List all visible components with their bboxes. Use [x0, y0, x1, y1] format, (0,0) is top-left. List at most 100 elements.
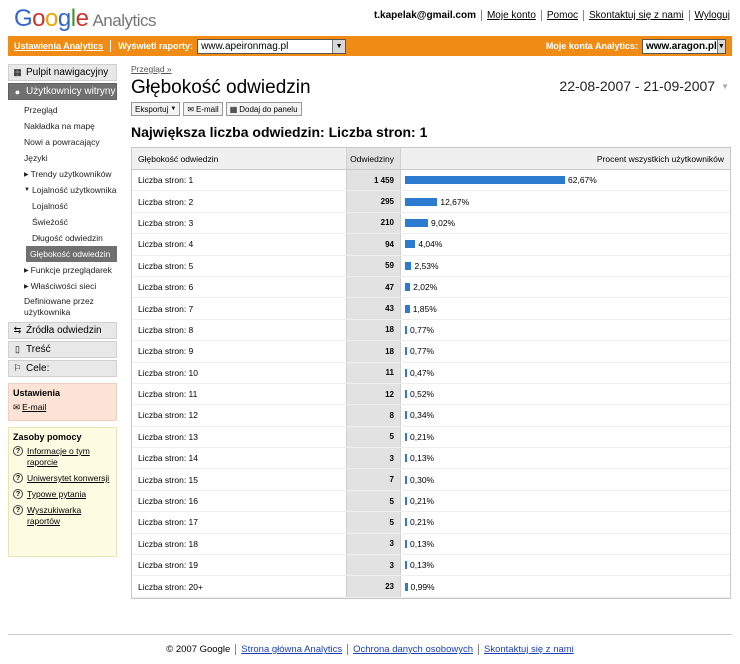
top-links: t.kapelak@gmail.com Moje konto Pomoc Sko…	[374, 10, 730, 21]
nav-traffic-label: Źródła odwiedzin	[26, 325, 102, 336]
help-link[interactable]: Pomoc	[547, 10, 578, 21]
row-visits: 23	[346, 576, 401, 597]
row-visits: 18	[346, 319, 401, 341]
table-row: Liczba stron: 15 7 0,30%	[132, 469, 730, 491]
sidebar-item-2[interactable]: Nowi a powracający	[8, 134, 117, 150]
row-percent-cell: 0,13%	[401, 534, 730, 554]
chevron-down-icon: ▼	[332, 39, 346, 53]
sidebar-item-7[interactable]: Świeżość	[8, 214, 117, 230]
row-percent: 0,13%	[410, 453, 435, 464]
sidebar-item-11[interactable]: ▶ Właściwości sieci	[8, 278, 117, 294]
table-row: Liczba stron: 8 18 0,77%	[132, 319, 730, 342]
date-range-picker[interactable]: 22-08-2007 - 21-09-2007 ▼	[559, 78, 729, 94]
row-percent: 0,52%	[410, 389, 435, 400]
nav-dashboard[interactable]: ▦ Pulpit nawigacyjny	[8, 64, 117, 81]
footer-link-contact[interactable]: Skontaktuj się z nami	[484, 644, 574, 655]
table-row: Liczba stron: 11 12 0,52%	[132, 383, 730, 406]
visitors-submenu: Przegląd Nakładka na mapę Nowi a powracają…	[8, 102, 117, 320]
row-label: Liczba stron: 4	[138, 239, 194, 250]
nav-visitors-label: Użytkownicy witryny	[26, 86, 116, 97]
breadcrumb[interactable]: Przegląd »	[131, 64, 731, 74]
sidebar-item-label: Głębokość odwiedzin	[30, 249, 111, 259]
sidebar-item-4[interactable]: ▶ Trendy użytkowników	[8, 166, 117, 182]
settings-email-link[interactable]: E-mail	[22, 402, 46, 413]
page-icon: ▯	[15, 344, 20, 354]
header-percent[interactable]: Procent wszystkich użytkowników	[401, 148, 730, 169]
logo-product-name: Analytics	[92, 11, 156, 30]
google-analytics-logo[interactable]: Google Analytics	[14, 5, 156, 33]
footer-link-home[interactable]: Strona główna Analytics	[241, 644, 342, 655]
report-subtitle: Największa liczba odwiedzin: Liczba stro…	[131, 124, 428, 140]
accounts-label: Moje konta Analytics:	[545, 41, 638, 51]
nav-goals[interactable]: ⚐ Cele:	[8, 360, 117, 377]
row-label: Liczba stron: 17	[138, 517, 199, 528]
header-visits[interactable]: Odwiedziny	[346, 148, 401, 169]
row-percent-cell: 4,04%	[401, 234, 730, 254]
table-row: Liczba stron: 17 5 0,21%	[132, 512, 730, 534]
triangle-right-icon: ▶	[24, 267, 29, 274]
accounts-select[interactable]: www.aragon.pl ▼	[642, 38, 726, 54]
row-percent: 0,13%	[410, 538, 435, 549]
nav-traffic-sources[interactable]: ⇆ Źródła odwiedzin	[8, 322, 117, 339]
row-visits: 18	[346, 341, 401, 362]
analytics-settings-link[interactable]: Ustawienia Analytics	[14, 41, 103, 51]
sidebar-item-label: Lojalność	[32, 201, 68, 211]
sidebar-item-8[interactable]: Długość odwiedzin	[8, 230, 117, 246]
percent-bar	[405, 539, 407, 548]
row-percent: 0,77%	[410, 346, 435, 357]
help-link-report-finder[interactable]: Wyszukiwarka raportów	[27, 505, 112, 527]
header-depth[interactable]: Głębokość odwiedzin	[132, 148, 346, 169]
triangle-right-icon: ▶	[24, 283, 29, 290]
footer-link-privacy[interactable]: Ochrona danych osobowych	[353, 644, 473, 655]
row-visits: 5	[346, 426, 401, 448]
flag-icon: ⚐	[13, 363, 22, 373]
row-visits: 295	[346, 191, 401, 212]
export-button[interactable]: Eksportuj ▼	[131, 102, 181, 116]
nav-visitors[interactable]: ● Użytkownicy witryny	[8, 83, 117, 100]
help-link-about-report[interactable]: Informacje o tym raporcie	[27, 446, 112, 468]
add-to-dashboard-button[interactable]: ▦ Dodaj do panelu	[225, 102, 302, 116]
row-percent-cell: 0,21%	[401, 427, 730, 447]
view-reports-select[interactable]: www.apeironmag.pl ▼	[197, 38, 347, 54]
row-percent: 0,13%	[410, 560, 435, 571]
row-percent-cell: 0,21%	[401, 512, 730, 532]
table-body: Liczba stron: 11 459 62,67% Liczba stron: …	[132, 170, 730, 598]
help-link-common-questions[interactable]: Typowe pytania	[27, 489, 86, 500]
table-row: Liczba stron: 12 8 0,34%	[132, 405, 730, 427]
sidebar-item-12[interactable]: Definiowane przez użytkownika	[8, 294, 117, 320]
nav-dashboard-label: Pulpit nawigacyjny	[26, 67, 109, 78]
logout-link[interactable]: Wyloguj	[695, 10, 730, 21]
row-label: Liczba stron: 3	[138, 217, 194, 228]
add-dashboard-label: Dodaj do panelu	[239, 104, 298, 114]
row-percent-cell: 2,53%	[401, 256, 730, 276]
sidebar-item-6[interactable]: Lojalność	[8, 198, 117, 214]
sidebar-item-label: Trendy użytkowników	[30, 169, 112, 179]
table-row: Liczba stron: 20+ 23 0,99%	[132, 576, 730, 598]
email-button[interactable]: ✉ E-mail	[183, 102, 223, 116]
help-link-conversion-university[interactable]: Uniwersytet konwersji	[27, 473, 109, 484]
help-icon: ?	[13, 473, 23, 483]
row-visits: 12	[346, 383, 401, 405]
table-row: Liczba stron: 7 43 1,85%	[132, 298, 730, 320]
percent-bar	[405, 432, 407, 441]
sidebar-item-label: Długość odwiedzin	[32, 233, 103, 243]
nav-content[interactable]: ▯ Treść	[8, 341, 117, 358]
row-label: Liczba stron: 12	[138, 410, 199, 421]
sidebar-item-5[interactable]: ▼ Lojalność użytkownika	[8, 182, 117, 198]
row-visits: 3	[346, 555, 401, 576]
row-visits: 47	[346, 276, 401, 298]
sidebar-item-0[interactable]: Przegląd	[8, 102, 117, 118]
row-percent-cell: 2,02%	[401, 277, 730, 297]
contact-link[interactable]: Skontaktuj się z nami	[589, 10, 684, 21]
percent-bar	[405, 176, 565, 185]
sidebar-item-9[interactable]: Głębokość odwiedzin	[26, 246, 117, 262]
sidebar-item-10[interactable]: ▶ Funkcje przeglądarek	[8, 262, 117, 278]
row-percent-cell: 12,67%	[401, 191, 730, 211]
row-percent-cell: 0,13%	[401, 448, 730, 468]
my-account-link[interactable]: Moje konto	[487, 10, 536, 21]
row-visits: 8	[346, 405, 401, 426]
traffic-icon: ⇆	[13, 325, 22, 335]
accounts-value: www.aragon.pl	[646, 40, 717, 52]
sidebar-item-3[interactable]: Języki	[8, 150, 117, 166]
sidebar-item-1[interactable]: Nakładka na mapę	[8, 118, 117, 134]
